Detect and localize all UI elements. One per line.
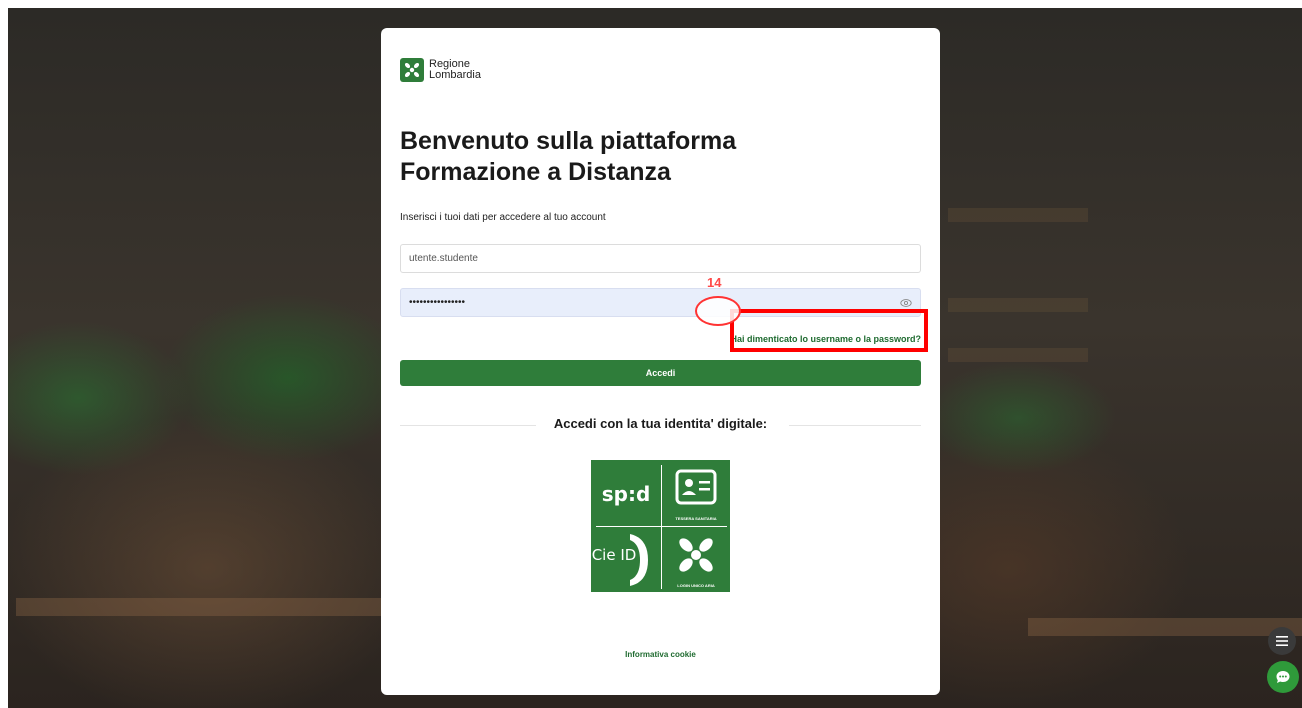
login-unico-aria-option[interactable]: LOGIN UNICO ARIA — [662, 528, 730, 592]
password-value: •••••••••••••••• — [409, 297, 466, 308]
cie-logo-icon: Cie ID — [592, 534, 648, 586]
digital-identity-divider: Accedi con la tua identita' digitale: — [400, 416, 921, 436]
title-line-1: Benvenuto sulla piattaforma — [400, 127, 737, 155]
logo-wordmark: Regione Lombardia — [429, 59, 481, 81]
desk — [16, 598, 386, 616]
tessera-sanitaria-label: TESSERA SANITARIA — [675, 516, 717, 521]
shelf — [948, 208, 1088, 222]
username-value: utente.studente — [409, 253, 478, 264]
username-field[interactable]: utente.studente — [400, 244, 921, 273]
highlight-box — [730, 309, 928, 352]
spid-login-option[interactable]: sp:d — [592, 461, 660, 525]
shelf — [948, 348, 1088, 362]
grid-separator — [596, 526, 727, 527]
desk — [1028, 618, 1302, 636]
login-card: Regione Lombardia Benvenuto sulla piatta… — [381, 28, 940, 695]
cookie-policy-link[interactable]: Informativa cookie — [381, 650, 940, 659]
regione-lombardia-logo: Regione Lombardia — [400, 58, 481, 82]
lombardia-rose-icon — [400, 58, 424, 82]
page-title: Benvenuto sulla piattaforma Formazione a… — [400, 126, 920, 188]
login-unico-aria-label: LOGIN UNICO ARIA — [677, 583, 715, 588]
menu-icon — [1276, 636, 1288, 646]
cie-logo-text: Cie ID — [592, 546, 636, 564]
chat-icon — [1276, 671, 1290, 683]
chat-button[interactable] — [1267, 661, 1299, 693]
step-number: 14 — [707, 275, 722, 290]
title-line-2: Formazione a Distanza — [400, 158, 671, 186]
click-indicator — [695, 296, 741, 326]
login-instructions: Inserisci i tuoi dati per accedere al tu… — [400, 212, 606, 223]
spid-logo-icon: sp:d — [602, 482, 651, 506]
menu-button[interactable] — [1268, 627, 1296, 655]
logo-line-2: Lombardia — [429, 69, 481, 81]
tessera-sanitaria-option[interactable]: TESSERA SANITARIA — [662, 461, 730, 525]
digital-identity-options: sp:d TESSERA SANITARIA Cie ID LOGIN UNIC… — [591, 460, 730, 592]
digital-identity-heading: Accedi con la tua identita' digitale: — [553, 416, 768, 431]
cie-id-option[interactable]: Cie ID — [592, 528, 660, 592]
show-password-eye-icon[interactable] — [900, 298, 912, 308]
login-button[interactable]: Accedi — [400, 360, 921, 386]
spid-logo-text: sp:d — [602, 482, 651, 506]
shelf — [948, 298, 1088, 312]
